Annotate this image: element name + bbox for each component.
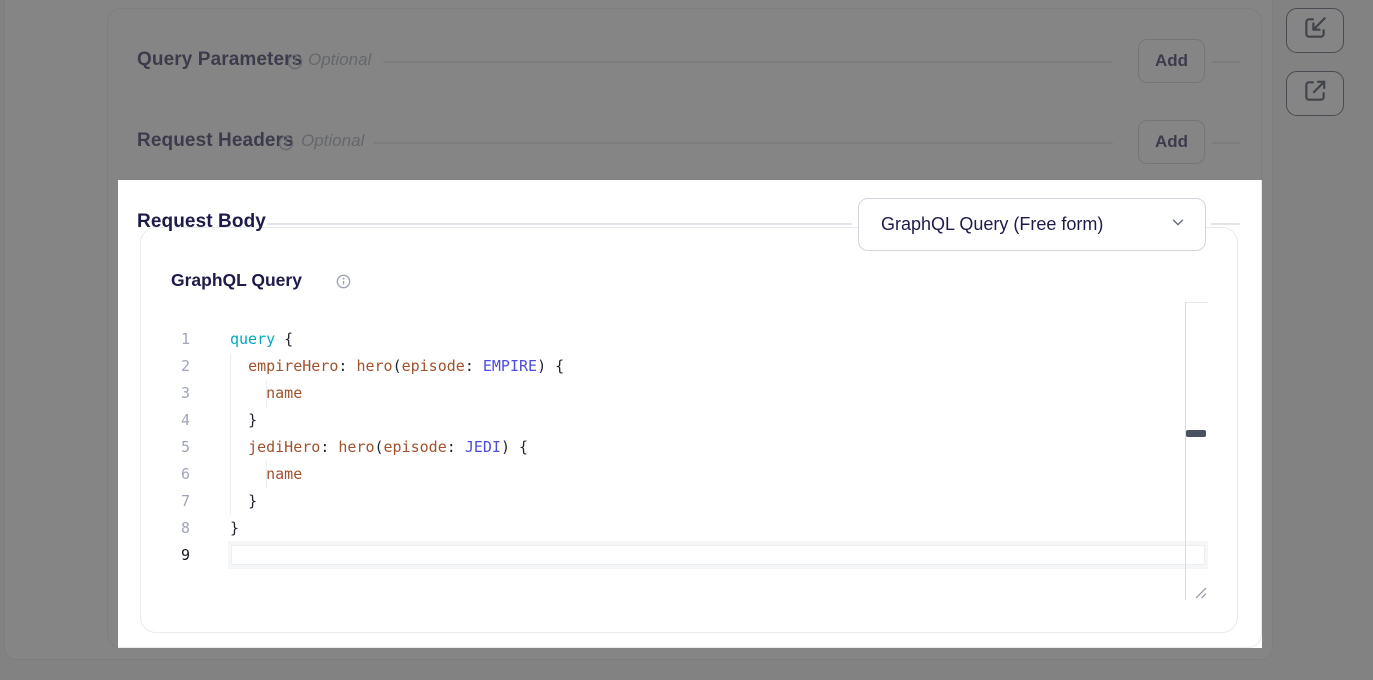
code-line: } [230,407,564,434]
resize-grip-icon[interactable] [1193,585,1208,605]
editor-code[interactable]: query { empireHero: hero(episode: EMPIRE… [230,326,564,569]
divider [1211,142,1240,144]
line-number: 5 [148,434,190,461]
edit-import-square-icon [1302,15,1328,46]
divider [267,223,852,225]
code-line: jediHero: hero(episode: JEDI) { [230,434,564,461]
line-number: 2 [148,353,190,380]
code-line: name [230,380,564,407]
line-number: 4 [148,407,190,434]
line-number: 3 [148,380,190,407]
chevron-down-icon [1169,213,1187,236]
editor-scrollbar-thumb[interactable] [1186,430,1206,437]
add-query-parameter-button[interactable]: Add [1138,39,1205,83]
body-type-select[interactable]: GraphQL Query (Free form) [858,198,1206,251]
line-number: 9 [148,542,190,569]
optional-badge: Optional [301,131,364,151]
request-headers-label: Request Headers [137,130,294,152]
info-icon [278,135,294,151]
divider [373,142,1113,144]
line-number: 1 [148,326,190,353]
body-type-selected-value: GraphQL Query (Free form) [881,214,1103,235]
info-icon [336,274,351,289]
code-line: } [230,515,564,542]
code-line: name [230,461,564,488]
code-line: empireHero: hero(episode: EMPIRE) { [230,353,564,380]
open-in-editor-button[interactable] [1286,8,1344,53]
open-external-button[interactable] [1286,71,1344,116]
divider [383,61,1113,63]
line-number: 6 [148,461,190,488]
divider [1211,223,1240,225]
graphql-query-label: GraphQL Query [171,270,302,291]
code-line: } [230,488,564,515]
info-icon [287,54,303,70]
editor-scrollbar-track [1185,302,1186,600]
code-line [230,542,564,569]
editor-gutter: 123456789 [148,326,190,569]
query-parameters-label: Query Parameters [137,49,302,71]
divider [1211,61,1240,63]
optional-badge: Optional [308,50,371,70]
line-number: 7 [148,488,190,515]
editor-scroll-cap [1185,302,1207,303]
request-body-label: Request Body [137,211,266,233]
add-request-header-button[interactable]: Add [1138,120,1205,164]
code-line: query { [230,326,564,353]
external-link-icon [1302,78,1328,109]
line-number: 8 [148,515,190,542]
